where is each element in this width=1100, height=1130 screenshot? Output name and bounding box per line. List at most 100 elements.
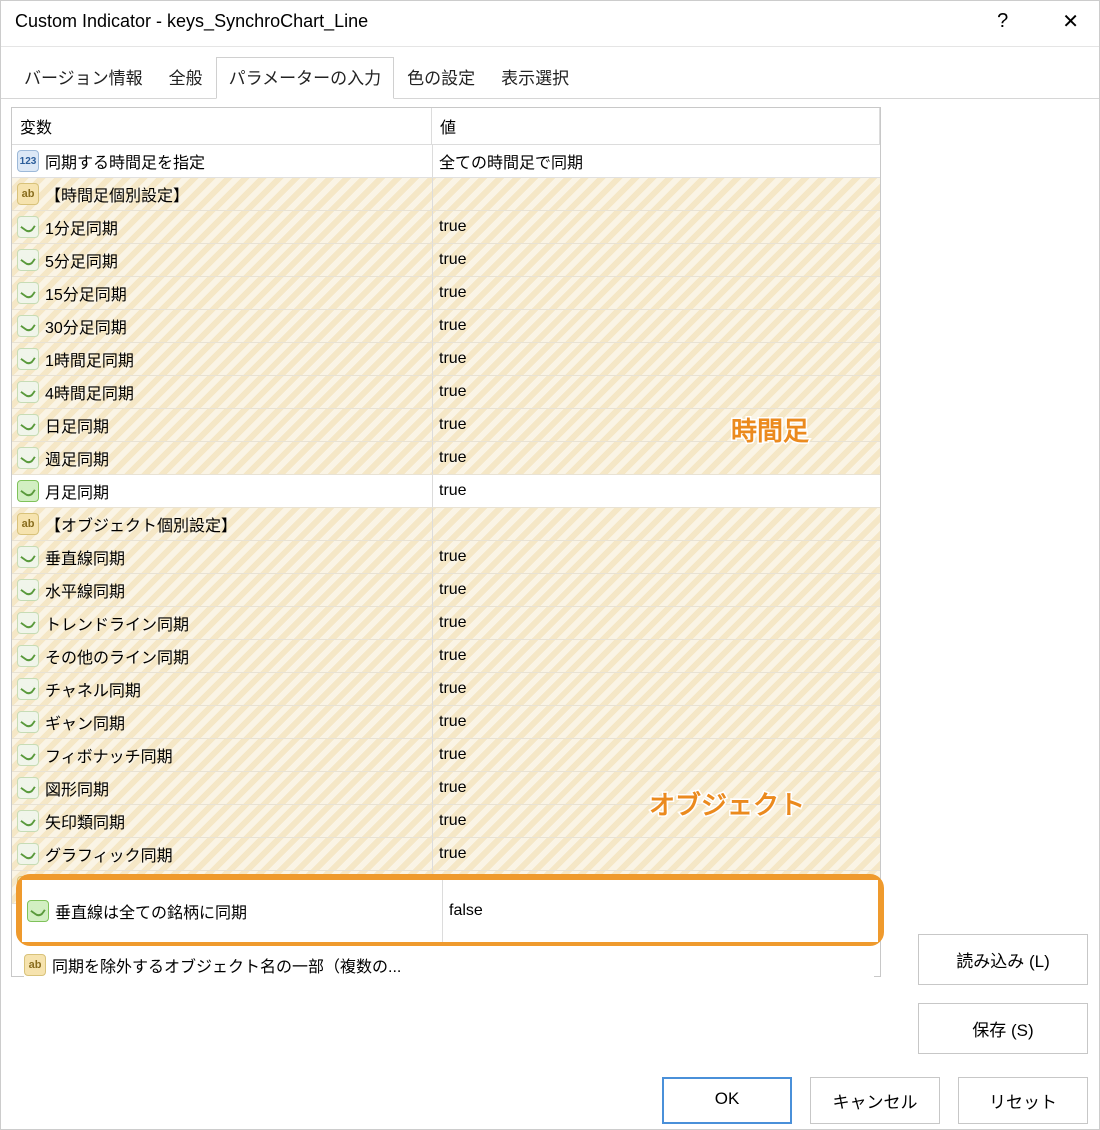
param-value[interactable]: true — [433, 218, 880, 236]
param-label: 垂直線は全ての銘柄に同期 — [55, 899, 247, 923]
table-row[interactable]: その他のライン同期 true — [12, 640, 880, 673]
truncated-row[interactable]: ab 同期を除外するオブジェクト名の一部（複数の... — [24, 950, 874, 980]
param-value[interactable]: true — [433, 845, 880, 863]
param-label: 日足同期 — [45, 413, 109, 437]
param-value[interactable]: true — [433, 647, 880, 665]
param-value[interactable]: true — [433, 251, 880, 269]
table-row[interactable]: 図形同期true — [12, 772, 880, 805]
bool-icon — [17, 381, 39, 403]
param-label: チャネル同期 — [45, 677, 141, 701]
tab-display[interactable]: 表示選択 — [488, 57, 582, 98]
dialog-window: Custom Indicator - keys_SynchroChart_Lin… — [0, 0, 1100, 1130]
table-row[interactable]: 30分足同期true — [12, 310, 880, 343]
string-icon: ab — [17, 513, 39, 535]
table-row[interactable]: ab 【時間足個別設定】 — [12, 178, 880, 211]
table-row[interactable]: 水平線同期true — [12, 574, 880, 607]
table-row[interactable]: 月足同期 true — [12, 475, 880, 508]
table-row[interactable]: 123同期する時間足を指定全ての時間足で同期 — [12, 145, 880, 178]
param-value[interactable]: true — [433, 449, 880, 467]
table-row[interactable]: 5分足同期 true — [12, 244, 880, 277]
table-row[interactable]: 1時間足同期 true — [12, 343, 880, 376]
param-label: その他のライン同期 — [45, 644, 189, 668]
param-value[interactable]: true — [433, 680, 880, 698]
table-row[interactable]: グラフィック同期 true — [12, 838, 880, 871]
param-value[interactable]: true — [433, 812, 880, 830]
parameter-grid: 変数 値 123同期する時間足を指定全ての時間足で同期 ab 【時間足個別設定】 1分… — [11, 107, 881, 977]
bool-icon — [17, 249, 39, 271]
param-label: グラフィック同期 — [45, 842, 173, 866]
bool-icon — [27, 900, 49, 922]
bool-icon — [17, 810, 39, 832]
header-value[interactable]: 値 — [432, 108, 880, 144]
param-label: 週足同期 — [45, 446, 109, 470]
load-button[interactable]: 読み込み (L) — [918, 934, 1088, 985]
highlighted-row[interactable]: 垂直線は全ての銘柄に同期 false — [22, 880, 878, 942]
table-row[interactable]: トレンドライン同期 true — [12, 607, 880, 640]
param-value[interactable]: true — [433, 284, 880, 302]
param-label: 1時間足同期 — [45, 347, 134, 371]
bool-icon — [17, 480, 39, 502]
table-row[interactable]: ギャン同期 true — [12, 706, 880, 739]
tab-general[interactable]: 全般 — [156, 57, 216, 98]
tab-inputs[interactable]: パラメーターの入力 — [216, 57, 395, 99]
table-row[interactable]: ab 【オブジェクト個別設定】 — [12, 508, 880, 541]
table-row[interactable]: チャネル同期 true — [12, 673, 880, 706]
param-value[interactable]: true — [433, 548, 880, 566]
param-label: 5分足同期 — [45, 248, 118, 272]
bool-icon — [17, 414, 39, 436]
param-value[interactable]: true — [433, 713, 880, 731]
table-row[interactable]: 15分足同期 true — [12, 277, 880, 310]
param-label: 1分足同期 — [45, 215, 118, 239]
int-icon: 123 — [17, 150, 39, 172]
param-value[interactable]: true — [433, 317, 880, 335]
param-label: 15分足同期 — [45, 281, 127, 305]
tab-strip: バージョン情報 全般 パラメーターの入力 色の設定 表示選択 — [1, 47, 1099, 99]
param-label: 【オブジェクト個別設定】 — [45, 512, 237, 536]
param-label: 4時間足同期 — [45, 380, 134, 404]
param-label: 月足同期 — [45, 479, 109, 503]
param-label: フィボナッチ同期 — [45, 743, 173, 767]
param-value[interactable]: true — [433, 482, 880, 500]
table-row[interactable]: 週足同期 true — [12, 442, 880, 475]
cancel-button[interactable]: キャンセル — [810, 1077, 940, 1124]
param-label: 【時間足個別設定】 — [45, 182, 189, 206]
bool-icon — [17, 348, 39, 370]
table-row[interactable]: 1分足同期 true — [12, 211, 880, 244]
grid-body[interactable]: 123同期する時間足を指定全ての時間足で同期 ab 【時間足個別設定】 1分足同期 tr… — [12, 145, 880, 977]
param-value[interactable]: true — [433, 581, 880, 599]
window-title: Custom Indicator - keys_SynchroChart_Lin… — [15, 11, 368, 32]
reset-button[interactable]: リセット — [958, 1077, 1088, 1124]
table-row[interactable]: 矢印類同期 true — [12, 805, 880, 838]
help-icon[interactable]: ? — [989, 8, 1016, 35]
footer-buttons: OK キャンセル リセット — [662, 1077, 1088, 1124]
bool-icon — [17, 216, 39, 238]
tab-colors[interactable]: 色の設定 — [394, 57, 488, 98]
tab-version[interactable]: バージョン情報 — [11, 57, 156, 98]
param-label: トレンドライン同期 — [45, 611, 189, 635]
bool-icon — [17, 711, 39, 733]
bool-icon — [17, 546, 39, 568]
param-value[interactable]: 全ての時間足で同期 — [433, 149, 880, 173]
table-row[interactable]: 日足同期 true — [12, 409, 880, 442]
param-value[interactable]: true — [433, 746, 880, 764]
header-variable[interactable]: 変数 — [12, 108, 432, 144]
param-value[interactable]: true — [433, 779, 880, 797]
param-label: 矢印類同期 — [45, 809, 125, 833]
ok-button[interactable]: OK — [662, 1077, 792, 1124]
param-value[interactable]: true — [433, 383, 880, 401]
param-value[interactable]: true — [433, 614, 880, 632]
table-row[interactable]: 4時間足同期 true — [12, 376, 880, 409]
bool-icon — [17, 612, 39, 634]
string-icon: ab — [17, 183, 39, 205]
param-label: ギャン同期 — [45, 710, 125, 734]
param-value[interactable]: true — [433, 350, 880, 368]
param-value[interactable]: false — [443, 902, 878, 920]
table-row[interactable]: フィボナッチ同期 true — [12, 739, 880, 772]
save-button[interactable]: 保存 (S) — [918, 1003, 1088, 1054]
bool-icon — [17, 282, 39, 304]
param-value[interactable]: true — [433, 416, 880, 434]
table-row[interactable]: 垂直線同期 true — [12, 541, 880, 574]
titlebar: Custom Indicator - keys_SynchroChart_Lin… — [1, 1, 1099, 47]
param-label: 垂直線同期 — [45, 545, 125, 569]
close-icon[interactable]: ✕ — [1054, 7, 1087, 36]
